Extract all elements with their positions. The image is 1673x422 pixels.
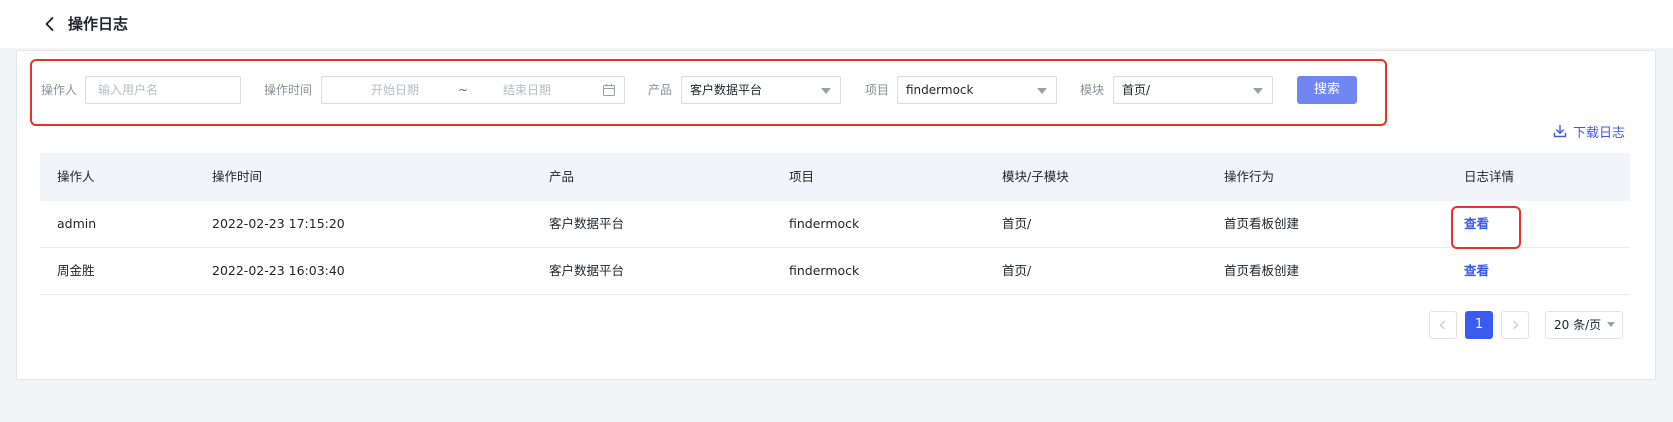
time-label: 操作时间 bbox=[264, 83, 313, 97]
end-date-input[interactable]: 结束日期 bbox=[503, 77, 551, 103]
operator-label: 操作人 bbox=[41, 83, 78, 97]
view-link-highlight bbox=[1451, 206, 1521, 249]
table-row: 周金胜 2022-02-23 16:03:40 客户数据平台 findermoc… bbox=[40, 248, 1630, 295]
table-cell: findermock bbox=[789, 216, 860, 231]
date-range-picker[interactable]: 开始日期 ~ 结束日期 bbox=[321, 76, 625, 104]
module-label: 模块 bbox=[1080, 83, 1105, 97]
page-header: 操作日志 bbox=[0, 0, 1673, 48]
module-select-value: 首页/ bbox=[1122, 83, 1151, 97]
table-cell: 客户数据平台 bbox=[549, 263, 625, 278]
calendar-icon bbox=[603, 84, 615, 96]
table-row: admin 2022-02-23 17:15:20 客户数据平台 finderm… bbox=[40, 201, 1630, 248]
next-page-button[interactable] bbox=[1501, 311, 1529, 339]
table-cell: 首页看板创建 bbox=[1224, 263, 1300, 278]
date-separator: ~ bbox=[458, 83, 469, 97]
table-cell: 客户数据平台 bbox=[549, 216, 625, 231]
search-button[interactable]: 搜索 bbox=[1297, 76, 1357, 104]
column-header: 模块/子模块 bbox=[1002, 169, 1069, 184]
download-log-link[interactable]: 下载日志 bbox=[1553, 121, 1625, 141]
table-cell: 首页/ bbox=[1002, 263, 1032, 278]
product-select-value: 客户数据平台 bbox=[690, 83, 763, 97]
column-header: 产品 bbox=[549, 169, 575, 184]
table-cell: admin bbox=[57, 216, 97, 231]
caret-down-icon bbox=[1037, 88, 1047, 94]
page-size-select[interactable]: 20 条/页 bbox=[1545, 311, 1623, 339]
operator-input[interactable] bbox=[86, 77, 240, 103]
column-header: 操作行为 bbox=[1224, 169, 1275, 184]
column-header: 操作人 bbox=[57, 169, 95, 184]
table-cell: 2022-02-23 16:03:40 bbox=[212, 263, 345, 278]
back-button[interactable] bbox=[40, 14, 60, 34]
table-cell: findermock bbox=[789, 263, 860, 278]
table-cell: 周金胜 bbox=[57, 263, 95, 278]
page-1-button[interactable]: 1 bbox=[1465, 311, 1493, 339]
product-label: 产品 bbox=[648, 83, 673, 97]
table-cell: 2022-02-23 17:15:20 bbox=[212, 216, 345, 231]
view-detail-link[interactable]: 查看 bbox=[1464, 248, 1489, 294]
table-header: 操作人 操作时间 产品 项目 模块/子模块 操作行为 日志详情 bbox=[40, 153, 1630, 201]
chevron-left-icon bbox=[1439, 320, 1445, 330]
download-log-label: 下载日志 bbox=[1573, 125, 1626, 141]
caret-down-icon bbox=[821, 88, 831, 94]
caret-down-icon bbox=[1253, 88, 1263, 94]
table-cell: 首页看板创建 bbox=[1224, 216, 1300, 231]
page-title: 操作日志 bbox=[68, 15, 129, 33]
project-select-value: findermock bbox=[906, 83, 974, 97]
operator-field bbox=[85, 76, 241, 104]
project-label: 项目 bbox=[865, 83, 890, 97]
column-header: 操作时间 bbox=[212, 169, 263, 184]
caret-down-icon bbox=[1607, 322, 1615, 327]
page-size-value: 20 条/页 bbox=[1554, 318, 1602, 332]
column-header: 项目 bbox=[789, 169, 815, 184]
prev-page-button[interactable] bbox=[1429, 311, 1457, 339]
start-date-input[interactable]: 开始日期 bbox=[371, 77, 419, 103]
chevron-left-icon bbox=[45, 17, 54, 31]
project-select[interactable]: findermock bbox=[897, 76, 1057, 104]
download-icon bbox=[1553, 124, 1567, 138]
column-header: 日志详情 bbox=[1464, 169, 1515, 184]
product-select[interactable]: 客户数据平台 bbox=[681, 76, 841, 104]
module-select[interactable]: 首页/ bbox=[1113, 76, 1273, 104]
chevron-right-icon bbox=[1513, 320, 1519, 330]
table-cell: 首页/ bbox=[1002, 216, 1032, 231]
